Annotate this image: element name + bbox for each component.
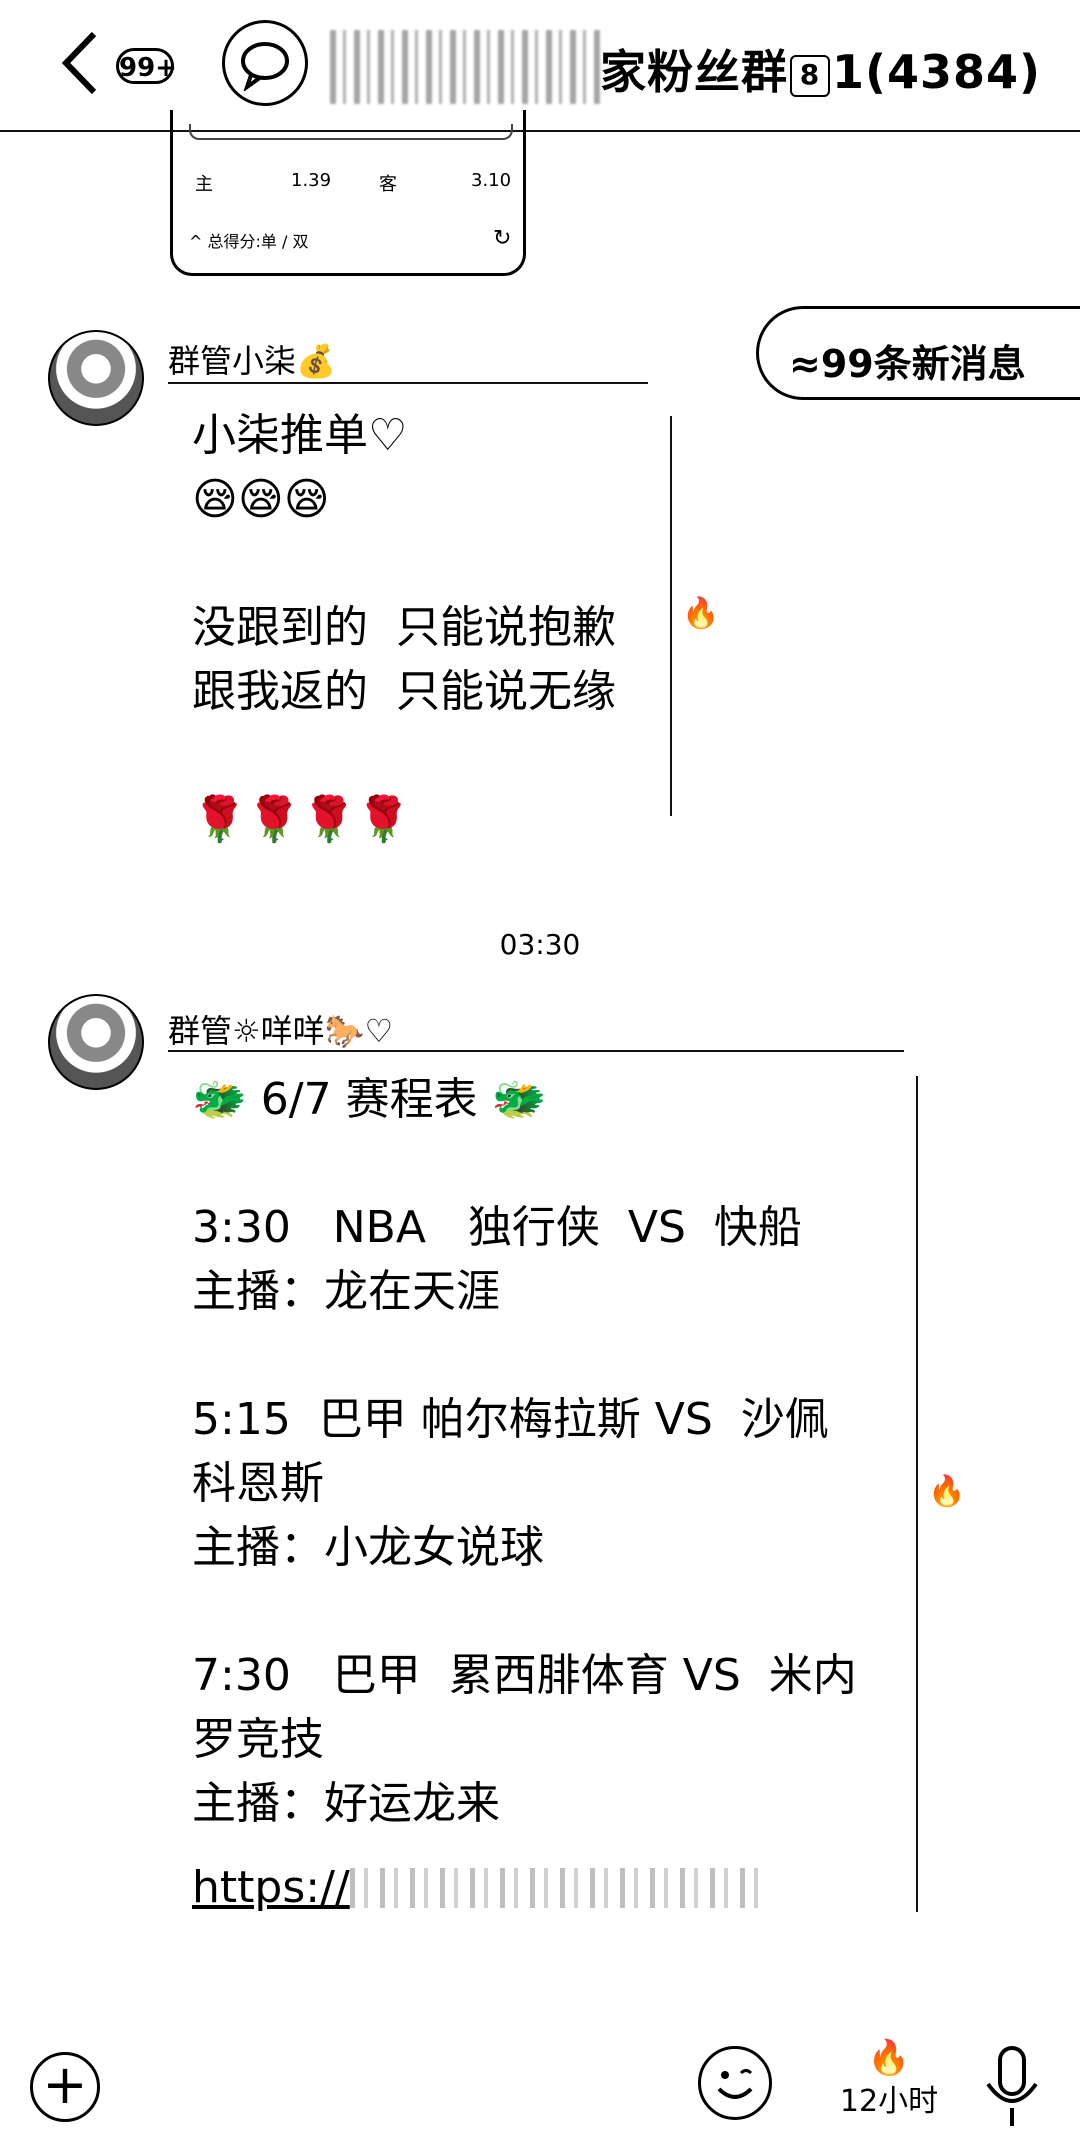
avatar[interactable] [48, 330, 144, 426]
fire-icon: 🔥 [928, 1474, 966, 1509]
sender-name[interactable]: 群管小柒💰 [168, 336, 336, 382]
chat-header: 99+ 家粉丝群 8 1(4384) [0, 0, 1080, 132]
message-timestamp: 03:30 [499, 928, 581, 961]
group-title: 家粉丝群 8 1(4384) [600, 45, 1042, 99]
odds-home-value: 1.39 [291, 170, 332, 191]
unread-count-badge[interactable]: 99+ [116, 48, 177, 84]
burn-timer-label: 12小时 [839, 2084, 939, 2119]
burn-after-reading-button[interactable]: 🔥 12小时 [834, 2040, 944, 2120]
fire-icon: 🔥 [682, 596, 720, 631]
new-messages-button[interactable]: ≈99条新消息 [756, 306, 1080, 400]
message-text: 小柒推单♡ 😪😪😪 没跟到的 只能说抱歉 跟我返的 只能说无缘 🌹🌹🌹🌹 [192, 410, 616, 845]
title-redacted [330, 30, 600, 104]
bubble-edge [670, 416, 672, 816]
odds-away-label: 客 [379, 174, 397, 195]
back-icon[interactable] [52, 28, 112, 98]
divider [168, 382, 648, 384]
bubble-edge [916, 1076, 918, 1912]
odds-home-label: 主 [195, 174, 213, 195]
fire-icon: 🔥 [867, 2038, 911, 2078]
plus-icon[interactable]: + [30, 2052, 100, 2122]
chat-bubbles-icon[interactable] [222, 20, 308, 106]
refresh-icon[interactable]: ↻ [493, 226, 511, 251]
odds-card[interactable]: 主 1.39 客 3.10 ^ 总得分:单 / 双 ↻ [170, 110, 526, 276]
divider [168, 1050, 904, 1052]
odds-away-value: 3.10 [471, 170, 512, 191]
message-text: 🐲 6/7 赛程表 🐲 3:30 NBA 独行侠 VS 快船 主播：龙在天涯 5… [192, 1074, 857, 1829]
odds-expand-toggle[interactable]: ^ 总得分:单 / 双 [189, 228, 308, 252]
sender-name[interactable]: 群管☼咩咩🐎♡ [168, 1006, 393, 1052]
message-link[interactable]: https:// [192, 1862, 770, 1913]
link-redacted [349, 1868, 770, 1908]
emoji-icon[interactable] [698, 2046, 772, 2120]
mic-icon[interactable] [982, 2044, 1042, 2130]
odds-card-inner-button[interactable] [189, 124, 513, 140]
input-bar: + 🔥 12小时 [0, 2010, 1080, 2148]
avatar[interactable] [48, 994, 144, 1090]
